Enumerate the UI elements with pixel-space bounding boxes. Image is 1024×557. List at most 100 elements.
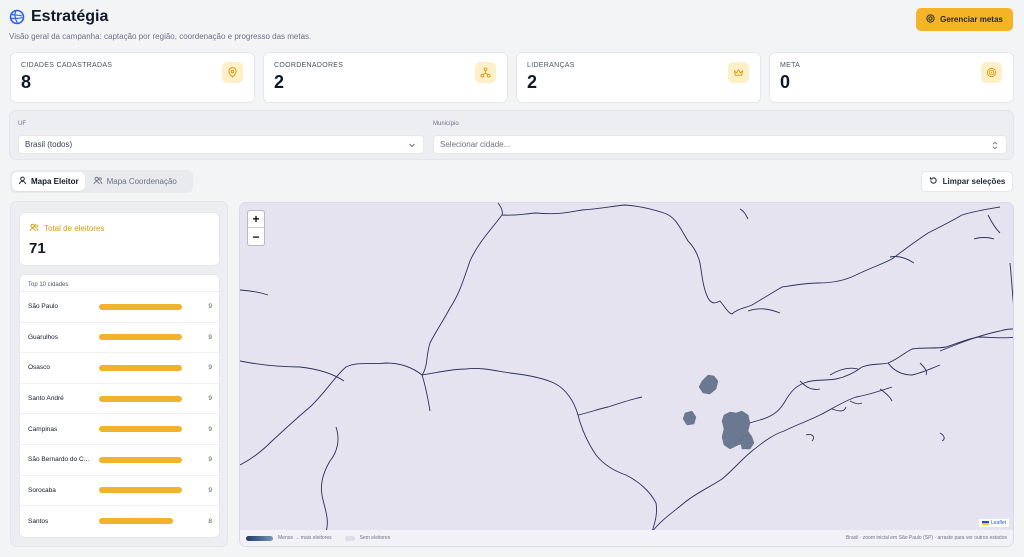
map-canvas[interactable]: [240, 203, 1014, 532]
user-icon: [18, 176, 27, 187]
list-item[interactable]: Guarulhos 9: [20, 323, 219, 354]
legend-gradient-label: Menos → mais eleitores: [278, 535, 332, 541]
clear-selections-label: Limpar seleções: [942, 177, 1006, 186]
attribution-label: Leaflet: [990, 520, 1006, 526]
city-count: 9: [208, 333, 212, 341]
map-pin-icon: [222, 62, 243, 83]
stat-card-liderancas: LIDERANÇAS 2: [516, 52, 761, 103]
globe-icon: [9, 9, 25, 25]
filters-panel: UF Brasil (todos) Município Selecionar c…: [9, 110, 1014, 160]
clear-selections-button[interactable]: Limpar seleções: [921, 171, 1013, 192]
city-name: Sorocaba: [28, 486, 56, 494]
city-bar-track: [99, 303, 197, 310]
zoom-control: + −: [247, 210, 265, 246]
list-item[interactable]: Osasco 9: [20, 353, 219, 384]
city-bar: [99, 334, 182, 341]
page-title: Estratégia: [31, 8, 109, 25]
stat-label: LIDERANÇAS: [527, 62, 575, 69]
map-container[interactable]: + − Leaflet Menos → mais eleitores Sem e…: [239, 202, 1014, 547]
municipio-placeholder: Selecionar cidade...: [440, 140, 511, 149]
stat-value: 8: [21, 72, 32, 92]
stat-card-meta: META 0: [769, 52, 1014, 103]
tab-mapa-eleitor[interactable]: Mapa Eleitor: [12, 172, 85, 191]
reset-icon: [929, 176, 938, 187]
list-item[interactable]: São Bernardo do C... 9: [20, 445, 219, 476]
city-bar: [99, 518, 173, 525]
city-bar-track: [99, 426, 197, 433]
top-cities-title: Top 10 cidades: [20, 275, 219, 292]
city-name: Santos: [28, 517, 49, 525]
stat-value: 0: [780, 72, 791, 92]
city-name: São Bernardo do C...: [28, 456, 90, 464]
city-bar-track: [99, 364, 197, 371]
list-item[interactable]: Santos 8: [20, 506, 219, 537]
crown-icon: [728, 62, 749, 83]
city-bar: [99, 426, 182, 433]
total-voters-value: 71: [29, 240, 46, 257]
tab-mapa-eleitor-label: Mapa Eleitor: [31, 177, 79, 186]
flag-icon: [981, 521, 989, 525]
city-bar-track: [99, 487, 197, 494]
network-icon: [475, 62, 496, 83]
chevron-down-icon: [408, 141, 416, 151]
users-icon: [29, 223, 39, 234]
legend-gradient-swatch: [246, 535, 273, 541]
city-bar-track: [99, 518, 197, 525]
top-cities-card: Top 10 cidades São Paulo 9 Guarulhos 9 Osasc…: [19, 274, 220, 538]
list-item[interactable]: Campinas 9: [20, 414, 219, 445]
stat-label: META: [780, 62, 801, 69]
city-name: Guarulhos: [28, 333, 58, 341]
tab-mapa-coordenacao-label: Mapa Coordenação: [106, 177, 177, 186]
legend-none-swatch: [344, 535, 355, 541]
manage-goals-button[interactable]: Gerenciar metas: [916, 8, 1013, 31]
users-icon: [93, 176, 103, 187]
city-count: 9: [208, 303, 212, 311]
page-subtitle: Visão geral da campanha: captação por re…: [9, 32, 312, 41]
city-bar-track: [99, 334, 197, 341]
municipio-select[interactable]: Selecionar cidade...: [433, 135, 1007, 154]
uf-label: UF: [18, 121, 26, 127]
map-view-toggle: Mapa Eleitor Mapa Coordenação: [10, 170, 193, 193]
city-count: 9: [208, 395, 212, 403]
chevron-updown-icon: [991, 141, 999, 152]
map-hint: Brasil · zoom inicial em São Paulo (SP) …: [845, 535, 1007, 541]
city-name: Campinas: [28, 425, 58, 433]
total-voters-label: Total de eleitores: [44, 224, 105, 233]
target-icon: [926, 14, 935, 25]
stats-row: CIDADES CADASTRADAS 8 COORDENADORES 2 LI…: [10, 52, 1014, 103]
city-bar-track: [99, 456, 197, 463]
zoom-in-button[interactable]: +: [248, 211, 264, 228]
city-name: Santo André: [28, 395, 64, 403]
tab-mapa-coordenacao[interactable]: Mapa Coordenação: [87, 172, 183, 191]
city-bar: [99, 456, 182, 463]
uf-select[interactable]: Brasil (todos): [18, 135, 424, 154]
legend-none-label: Sem eleitores: [359, 535, 391, 541]
zoom-out-button[interactable]: −: [248, 228, 264, 245]
stat-value: 2: [527, 72, 538, 92]
list-item[interactable]: Sorocaba 9: [20, 476, 219, 507]
map-attribution[interactable]: Leaflet: [978, 519, 1009, 527]
total-voters-card: Total de eleitores 71: [19, 212, 220, 266]
city-count: 9: [208, 456, 212, 464]
city-bar: [99, 487, 182, 494]
city-bar: [99, 364, 182, 371]
list-item[interactable]: São Paulo 9: [20, 292, 219, 323]
top-cities-list: São Paulo 9 Guarulhos 9 Osasco 9 Santo André 9 C…: [20, 292, 219, 537]
stat-value: 2: [274, 72, 285, 92]
stat-card-coordenadores: COORDENADORES 2: [263, 52, 508, 103]
city-bar: [99, 395, 182, 402]
target-icon: [981, 62, 1002, 83]
manage-goals-label: Gerenciar metas: [940, 15, 1003, 24]
municipio-label: Município: [433, 121, 459, 127]
city-count: 8: [208, 517, 212, 525]
city-count: 9: [208, 486, 212, 494]
stat-label: COORDENADORES: [274, 62, 344, 69]
list-item[interactable]: Santo André 9: [20, 384, 219, 415]
uf-value: Brasil (todos): [25, 140, 73, 149]
stat-card-cidades: CIDADES CADASTRADAS 8: [10, 52, 255, 103]
sidebar-panel: Total de eleitores 71 Top 10 cidades São…: [10, 201, 228, 547]
city-name: Osasco: [28, 364, 51, 372]
city-count: 9: [208, 364, 212, 372]
city-bar-track: [99, 395, 197, 402]
map-legend-bar: Menos → mais eleitores Sem eleitores Bra…: [240, 530, 1013, 546]
